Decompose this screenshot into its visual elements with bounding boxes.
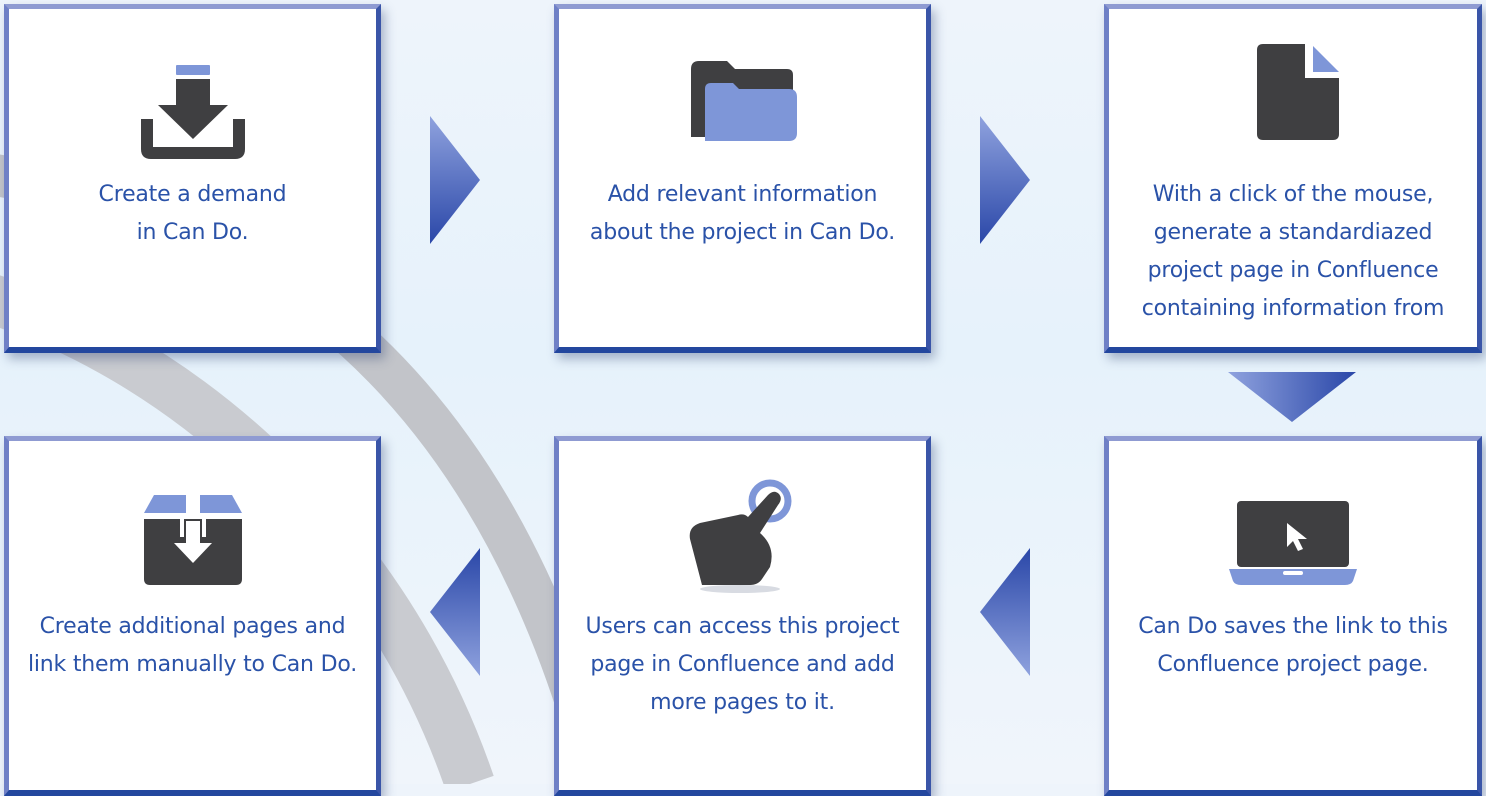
laptop-cursor-icon (1109, 497, 1477, 589)
flow-arrow-down (1228, 372, 1356, 422)
step-text: Users can access this project page in Co… (585, 614, 900, 715)
hand-tap-icon (559, 475, 926, 595)
step-card-create-demand: Create a demand in Can Do. (4, 4, 381, 353)
step-text: With a click of the mouse, generate a st… (1141, 182, 1445, 321)
step-text: Add relevant information about the proje… (589, 182, 896, 245)
flow-arrow-left-2 (430, 548, 480, 676)
flow-arrow-right-1 (430, 116, 480, 244)
download-tray-icon (9, 61, 376, 166)
folder-icon (559, 49, 926, 149)
archive-box-icon (9, 493, 376, 589)
flow-arrow-left-1 (980, 548, 1030, 676)
step-text: Create a demand in Can Do. (98, 182, 287, 245)
step-text: Can Do saves the link to this Confluence… (1138, 614, 1448, 677)
step-card-save-link: Can Do saves the link to this Confluence… (1104, 436, 1482, 796)
step-card-generate-page: With a click of the mouse, generate a st… (1104, 4, 1482, 353)
step-card-create-additional-pages: Create additional pages and link them ma… (4, 436, 381, 796)
step-card-access-project-page: Users can access this project page in Co… (554, 436, 931, 796)
flow-arrow-right-2 (980, 116, 1030, 244)
document-icon (1109, 42, 1477, 142)
step-card-add-information: Add relevant information about the proje… (554, 4, 931, 353)
step-text: Create additional pages and link them ma… (27, 614, 357, 677)
